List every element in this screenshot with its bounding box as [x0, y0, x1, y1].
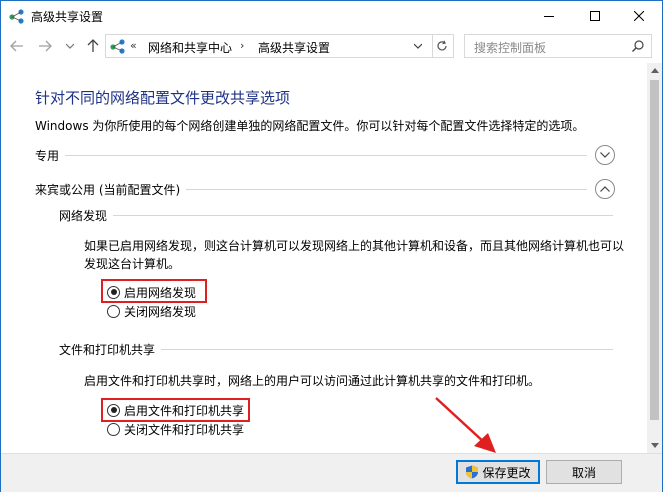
main-content: 针对不同的网络配置文件更改共享选项 Windows 为你所使用的每个网络创建单独… — [1, 63, 647, 453]
file-printer-sharing-header: 文件和打印机共享 — [59, 341, 613, 358]
network-discovery-header: 网络发现 — [59, 207, 613, 224]
scroll-down-button[interactable] — [647, 438, 662, 453]
address-dropdown-button[interactable] — [407, 35, 428, 57]
radio-label: 关闭文件和打印机共享 — [124, 422, 245, 437]
divider — [59, 215, 613, 216]
profile-label-private: 专用 — [35, 147, 66, 164]
radio-label: 关闭网络发现 — [124, 304, 197, 319]
arrow-right-icon — [39, 40, 52, 52]
chevron-down-icon — [600, 152, 610, 158]
refresh-button[interactable] — [431, 34, 454, 58]
scroll-up-button[interactable] — [647, 63, 662, 78]
chevron-down-icon — [414, 43, 422, 49]
cancel-button[interactable]: 取消 — [546, 460, 622, 484]
breadcrumb-separator[interactable]: › — [240, 39, 244, 52]
profile-section-public[interactable]: 来宾或公用 (当前配置文件) — [35, 179, 615, 199]
title-bar: 高级共享设置 — [1, 1, 662, 31]
uac-shield-icon — [466, 465, 479, 479]
network-icon — [110, 39, 125, 54]
close-icon — [634, 11, 644, 21]
maximize-button[interactable] — [572, 1, 618, 31]
chevron-up-icon — [600, 186, 610, 192]
vertical-scrollbar[interactable] — [647, 63, 662, 453]
arrow-up-icon — [87, 39, 99, 52]
radio-button[interactable] — [107, 403, 120, 417]
minimize-icon — [544, 16, 554, 17]
triangle-up-icon — [650, 68, 659, 73]
file-printer-sharing-title: 文件和打印机共享 — [59, 341, 162, 358]
network-discovery-description: 如果已启用网络发现，则这台计算机可以发现网络上的其他计算机和设备，而且其他网络计… — [84, 239, 625, 271]
advanced-sharing-window: 高级共享设置 « 网络和共享中心 › 高级共享设置 搜索控制面板 针对不同的网络… — [0, 0, 663, 492]
expand-button[interactable] — [595, 145, 615, 165]
refresh-icon — [437, 40, 447, 51]
maximize-icon — [590, 11, 600, 21]
chevron-down-icon — [66, 43, 74, 49]
arrow-left-icon — [10, 40, 23, 52]
profile-section-private[interactable]: 专用 — [35, 145, 615, 165]
scrollbar-thumb[interactable] — [650, 80, 659, 420]
window-title: 高级共享设置 — [31, 10, 104, 24]
network-discovery-title: 网络发现 — [59, 207, 114, 224]
navigation-bar: « 网络和共享中心 › 高级共享设置 搜索控制面板 — [1, 31, 662, 63]
cancel-label: 取消 — [571, 465, 596, 480]
radio-enable-network-discovery[interactable]: 启用网络发现 — [107, 284, 196, 300]
page-title: 针对不同的网络配置文件更改共享选项 — [35, 89, 291, 107]
radio-button[interactable] — [107, 422, 120, 436]
footer-bar: 保存更改 取消 — [1, 453, 662, 492]
profile-label-public: 来宾或公用 (当前配置文件) — [35, 181, 187, 198]
breadcrumb-network-center[interactable]: 网络和共享中心 — [148, 39, 232, 56]
search-icon — [632, 40, 644, 52]
breadcrumb-overflow[interactable]: « — [130, 39, 137, 52]
minimize-button[interactable] — [526, 1, 572, 31]
triangle-down-icon — [650, 443, 659, 448]
radio-disable-network-discovery[interactable]: 关闭网络发现 — [107, 303, 196, 319]
forward-button[interactable] — [36, 37, 54, 55]
divider — [35, 155, 587, 156]
up-button[interactable] — [84, 37, 102, 55]
collapse-button[interactable] — [595, 179, 615, 199]
network-icon — [9, 9, 24, 24]
save-label: 保存更改 — [482, 465, 531, 480]
radio-label: 启用网络发现 — [124, 285, 197, 300]
radio-label: 启用文件和打印机共享 — [124, 403, 245, 418]
radio-disable-file-printer-sharing[interactable]: 关闭文件和打印机共享 — [107, 421, 244, 437]
address-bar[interactable]: « 网络和共享中心 › 高级共享设置 — [105, 34, 433, 58]
radio-button[interactable] — [107, 285, 120, 299]
file-printer-sharing-description: 启用文件和打印机共享时，网络上的用户可以访问通过此计算机共享的文件和打印机。 — [84, 374, 541, 388]
search-box[interactable]: 搜索控制面板 — [464, 34, 652, 58]
close-button[interactable] — [616, 1, 662, 31]
recent-locations-button[interactable] — [61, 37, 79, 55]
page-description: Windows 为你所使用的每个网络创建单独的网络配置文件。你可以针对每个配置文… — [35, 119, 585, 133]
breadcrumb-advanced-sharing[interactable]: 高级共享设置 — [258, 39, 330, 56]
radio-button[interactable] — [107, 304, 120, 318]
back-button[interactable] — [8, 37, 26, 55]
search-placeholder: 搜索控制面板 — [474, 41, 547, 55]
save-changes-button[interactable]: 保存更改 — [456, 460, 540, 484]
radio-enable-file-printer-sharing[interactable]: 启用文件和打印机共享 — [107, 402, 244, 418]
